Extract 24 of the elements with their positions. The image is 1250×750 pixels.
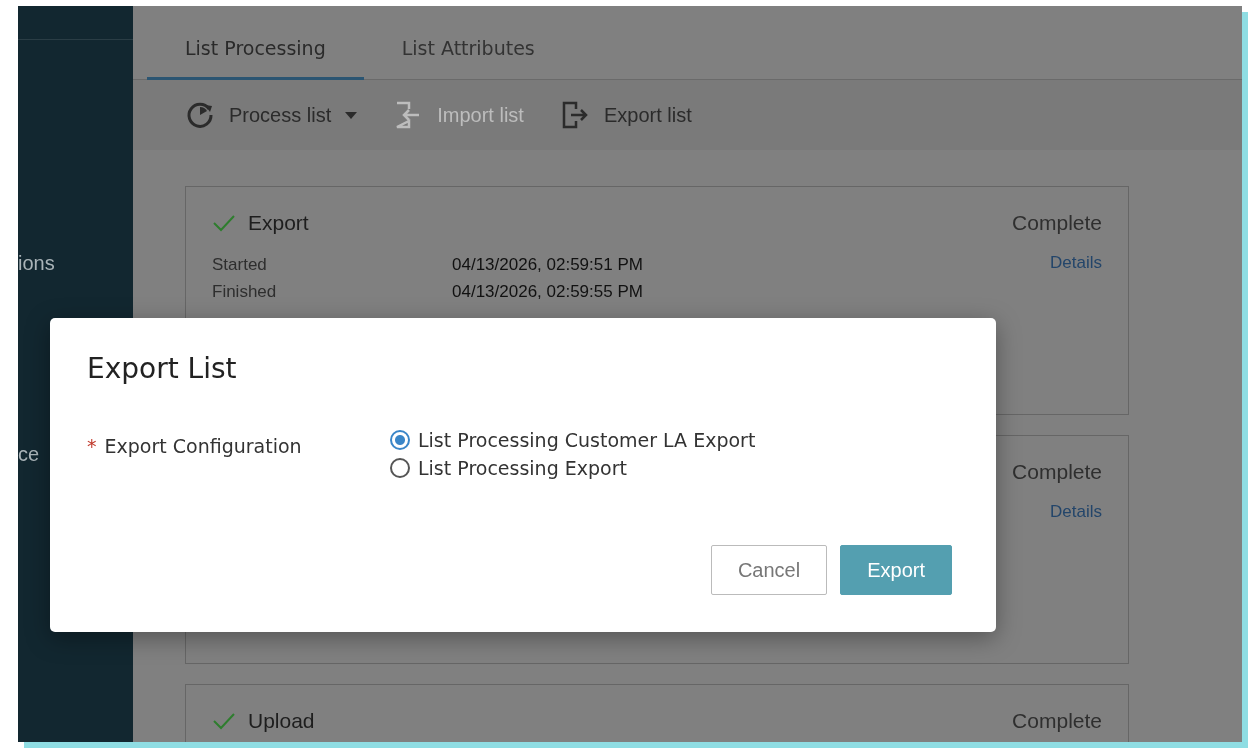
details-link[interactable]: Details (1050, 502, 1102, 522)
refresh-icon (185, 100, 215, 130)
tab[interactable]: List Attributes (363, 37, 573, 80)
required-mark: * (87, 435, 97, 459)
radio-option[interactable]: List Processing Customer LA Export (390, 429, 756, 451)
job-status: Complete (1012, 709, 1102, 733)
cancel-button[interactable]: Cancel (710, 545, 828, 595)
sidebar-item[interactable]: ce (18, 443, 40, 466)
field-value: 04/13/2026, 02:59:55 PM (452, 281, 643, 303)
job-title: Upload (248, 709, 315, 733)
job-status: Complete (1012, 211, 1102, 235)
toolbar-button[interactable]: Export list (559, 100, 692, 130)
details-link[interactable]: Details (1050, 253, 1102, 273)
export-button[interactable]: Export (840, 545, 952, 595)
radio-option[interactable]: List Processing Export (390, 457, 756, 479)
field-label: Started (212, 254, 268, 276)
dialog-title: Export List (87, 352, 238, 385)
field-label: Export Configuration (104, 435, 302, 459)
field-label: Finished (212, 281, 278, 303)
toolbar-button[interactable]: Process list (185, 100, 358, 130)
sidebar-item[interactable]: ions (18, 252, 55, 275)
field-value: 04/13/2026, 02:59:51 PM (452, 254, 643, 276)
job-title: Export (248, 211, 309, 235)
job-status: Complete (1012, 460, 1102, 484)
